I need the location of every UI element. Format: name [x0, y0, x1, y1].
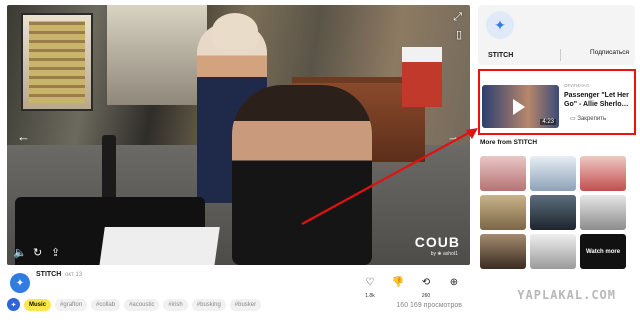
tag-item[interactable]: #acoustic — [124, 298, 160, 311]
channel-card: ✦ STITCH Подписаться — [478, 5, 635, 65]
sidebar: ✦ STITCH Подписаться 4:23 ОРИГИНАЛ Passe… — [475, 0, 640, 325]
tag-music[interactable]: Music — [24, 298, 52, 311]
next-arrow-icon[interactable]: → — [447, 129, 460, 144]
coub-author: by ❀ ashot1 — [430, 251, 458, 257]
scene-pianist — [232, 85, 372, 265]
channel-card-avatar[interactable]: ✦ — [486, 11, 514, 39]
recommended-thumbnail[interactable]: 4:23 — [482, 85, 559, 128]
grid-thumbnail[interactable] — [480, 195, 526, 230]
subscribe-button[interactable]: Подписаться — [590, 49, 629, 56]
video-player[interactable]: ⤢ ▯ ← → 🔈 ↻ ⇪ COUB by ❀ ashot1 — [7, 5, 470, 265]
plus-icon: ⊕ — [449, 277, 459, 288]
like-count: 1.8k — [365, 293, 375, 299]
grid-thumbnail[interactable] — [530, 195, 576, 230]
recommended-card[interactable]: 4:23 ОРИГИНАЛ Passenger "Let Her Go" - A… — [478, 69, 636, 135]
more-from-heading: More from STITCH — [480, 139, 538, 146]
tag-item[interactable]: #busker — [229, 298, 262, 311]
community-icon[interactable]: ✦ — [7, 298, 20, 311]
dislike-button[interactable]: 👎 — [390, 272, 406, 299]
recommended-title[interactable]: Passenger "Let Her Go" - Allie Sherlo… — [564, 91, 634, 109]
heart-icon: ♡ — [365, 277, 375, 288]
recoub-icon: ⟲ — [421, 277, 431, 288]
tag-item[interactable]: #irish — [163, 298, 188, 311]
duration-badge: 4:23 — [540, 119, 556, 125]
video-meta: ✦ STITCH окт 13 ♡ 1.8k 👎 ⟲ 260 ⊕ ✦ Music — [7, 267, 470, 325]
watch-more-label: Watch more — [585, 248, 621, 255]
thumbs-down-icon: 👎 — [391, 277, 405, 288]
scene-sheet-music — [99, 227, 220, 265]
play-icon — [513, 99, 525, 115]
tag-list: ✦ Music #grafton #collab #acoustic #iris… — [7, 298, 262, 311]
tag-item[interactable]: #grafton — [55, 298, 88, 311]
page: ⤢ ▯ ← → 🔈 ↻ ⇪ COUB by ❀ ashot1 ✦ STITCH … — [0, 0, 640, 325]
view-count: 160 169 просмотров — [396, 302, 462, 309]
coub-logo: COUB — [414, 234, 460, 250]
prev-arrow-icon[interactable]: ← — [17, 129, 30, 144]
scene-hat — [212, 13, 258, 49]
channel-name[interactable]: STITCH — [36, 271, 61, 278]
volume-icon[interactable]: 🔈 — [13, 247, 27, 259]
action-bar: ♡ 1.8k 👎 ⟲ 260 ⊕ — [362, 272, 462, 299]
share-icon[interactable]: ⇪ — [51, 247, 60, 259]
scene-bollard — [102, 135, 116, 205]
scene-storefront — [107, 5, 207, 105]
scene-bystander — [402, 47, 442, 107]
bookmark-icon[interactable]: ▯ — [456, 29, 462, 41]
like-button[interactable]: ♡ 1.8k — [362, 272, 378, 299]
pin-button[interactable]: ▭ Закрепить — [570, 115, 606, 122]
fullscreen-icon[interactable]: ⤢ — [453, 11, 462, 23]
pin-label: Закрепить — [577, 116, 607, 122]
channel-avatar[interactable]: ✦ — [10, 273, 30, 293]
site-watermark: YAPLAKAL.COM — [517, 288, 616, 302]
add-button[interactable]: ⊕ — [446, 272, 462, 299]
grid-thumbnail[interactable] — [530, 156, 576, 191]
scene-shop-window — [21, 13, 93, 111]
grid-thumbnail[interactable] — [580, 195, 626, 230]
recoub-button[interactable]: ⟲ 260 — [418, 272, 434, 299]
grid-thumbnail[interactable] — [580, 156, 626, 191]
grid-thumbnail[interactable] — [530, 234, 576, 269]
more-grid: Watch more — [480, 156, 630, 269]
post-date: окт 13 — [65, 272, 83, 278]
grid-thumbnail[interactable] — [480, 234, 526, 269]
loop-icon[interactable]: ↻ — [33, 247, 42, 259]
tag-item[interactable]: #collab — [91, 298, 121, 311]
divider — [560, 49, 561, 61]
tag-item[interactable]: #busking — [191, 298, 226, 311]
watch-more-button[interactable]: Watch more — [580, 234, 626, 269]
channel-card-name[interactable]: STITCH — [488, 52, 513, 59]
grid-thumbnail[interactable] — [480, 156, 526, 191]
original-label: ОРИГИНАЛ — [564, 83, 589, 88]
recoub-count: 260 — [421, 293, 431, 299]
